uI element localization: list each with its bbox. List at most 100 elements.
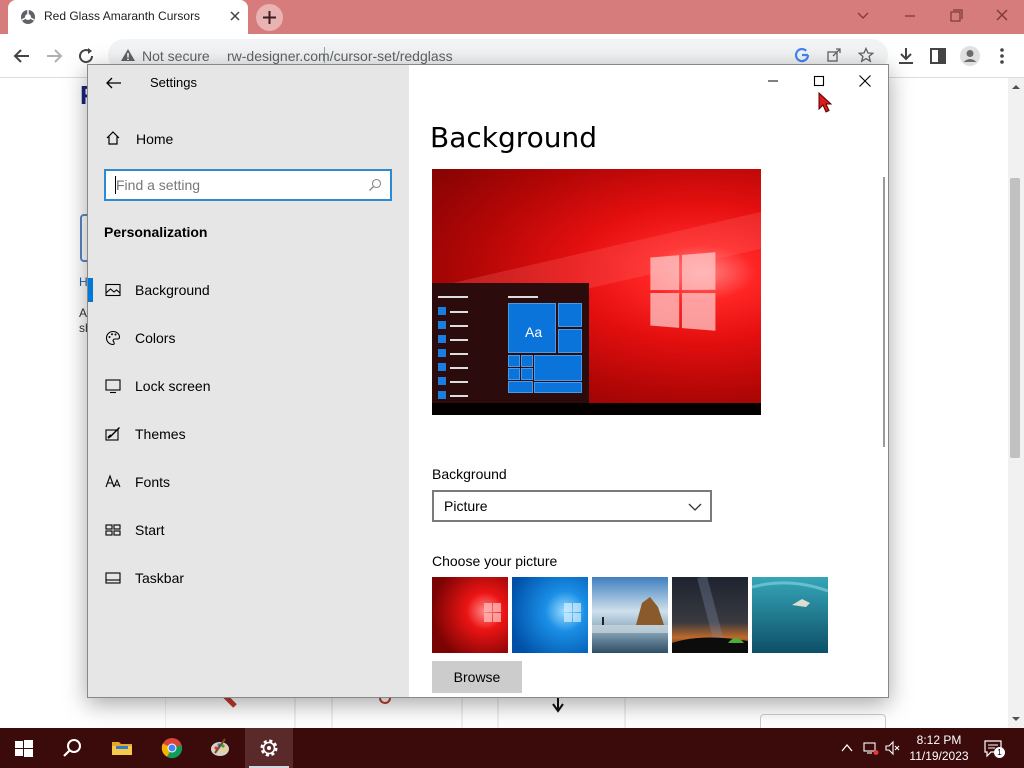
taskbar-clock[interactable]: 8:12 PM 11/19/2023: [906, 732, 972, 764]
chrome-button[interactable]: [148, 728, 196, 768]
side-panel-icon[interactable]: [926, 44, 950, 68]
scrollbar-thumb[interactable]: [1010, 178, 1020, 458]
picture-icon: [105, 283, 121, 297]
minimize-icon[interactable]: [763, 73, 783, 89]
browser-close-icon[interactable]: [990, 6, 1014, 26]
search-button[interactable]: [48, 728, 96, 768]
back-arrow-icon[interactable]: [104, 75, 124, 91]
search-icon[interactable]: [368, 178, 382, 192]
action-center-button[interactable]: 1: [983, 738, 1005, 758]
scroll-down-arrow-icon[interactable]: [1011, 714, 1021, 724]
home-label: Home: [136, 131, 174, 147]
picture-option-night-sky[interactable]: [672, 577, 748, 653]
preview-taskbar: [432, 403, 761, 415]
find-setting-input[interactable]: Find a setting: [104, 169, 392, 201]
palette-icon: [105, 330, 121, 346]
preview-tile-large: Aa: [508, 303, 556, 353]
nav-item-lock-screen[interactable]: Lock screen: [88, 366, 409, 406]
lock-screen-icon: [105, 379, 121, 394]
picture-option-red-glow[interactable]: [432, 577, 508, 653]
palette-app-icon: [211, 738, 229, 756]
google-icon[interactable]: [794, 47, 810, 63]
settings-nav-pane: Settings Home Find a setting Personaliza…: [88, 65, 409, 697]
file-explorer-button[interactable]: [98, 728, 146, 768]
dropdown-value: Picture: [444, 498, 488, 514]
volume-muted-icon[interactable]: [885, 740, 901, 756]
show-hidden-icons-chevron-icon[interactable]: [839, 740, 855, 756]
nav-item-taskbar[interactable]: Taskbar: [88, 558, 409, 598]
preview-tile-text: Aa: [525, 324, 543, 340]
nav-item-colors[interactable]: Colors: [88, 318, 409, 358]
bookmark-star-icon[interactable]: [858, 47, 874, 63]
not-secure-label[interactable]: Not secure: [142, 48, 210, 64]
nav-item-label: Lock screen: [135, 378, 211, 394]
nav-item-label: Themes: [135, 426, 186, 442]
browser-tab-strip: Red Glass Amaranth Cursors: [0, 0, 1024, 34]
clock-time: 8:12 PM: [916, 733, 962, 747]
nav-item-label: Background: [135, 282, 210, 298]
nav-item-label: Colors: [135, 330, 176, 346]
background-preview: Aa: [432, 169, 761, 415]
gear-icon: [260, 739, 278, 757]
nav-item-fonts[interactable]: Fonts: [88, 462, 409, 502]
maximize-icon[interactable]: [809, 73, 829, 89]
home-icon: [106, 131, 120, 145]
taskbar-icon: [105, 572, 121, 584]
notification-count: 1: [994, 747, 1005, 758]
preview-start-menu: Aa: [432, 283, 589, 405]
paint-app-button[interactable]: [196, 728, 244, 768]
personalization-heading: Personalization: [104, 224, 208, 240]
favicon-icon: [21, 10, 35, 24]
picture-option-underwater[interactable]: [752, 577, 828, 653]
page-title: Background: [430, 121, 598, 154]
choose-picture-label: Choose your picture: [432, 553, 558, 569]
windows-logo-icon: [650, 252, 716, 332]
nav-item-label: Start: [135, 522, 165, 538]
tab-title: Red Glass Amaranth Cursors: [44, 9, 201, 23]
browser-minimize-icon[interactable]: [898, 6, 922, 26]
red-glass-cursor-icon: [818, 92, 832, 113]
themes-icon: [105, 427, 120, 441]
url-text[interactable]: rw-designer.com/cursor-set/redglass: [227, 48, 453, 64]
settings-title: Settings: [150, 75, 197, 90]
browser-tab[interactable]: Red Glass Amaranth Cursors: [8, 0, 248, 34]
tab-close-icon[interactable]: [227, 8, 243, 24]
start-icon: [105, 524, 121, 536]
content-scrollbar[interactable]: [883, 177, 885, 447]
tab-search-icon[interactable]: [851, 6, 875, 26]
settings-window: Settings Home Find a setting Personaliza…: [87, 64, 889, 698]
folder-icon: [112, 742, 132, 755]
windows-start-icon: [15, 740, 33, 757]
start-button[interactable]: [0, 728, 48, 768]
close-icon[interactable]: [855, 73, 875, 89]
clock-date: 11/19/2023: [909, 749, 969, 763]
settings-content-pane: Background Aa Background Picture Choose …: [409, 65, 888, 697]
download-icon[interactable]: [894, 44, 918, 68]
fonts-icon: [105, 474, 121, 488]
new-tab-button[interactable]: [256, 4, 283, 31]
warning-icon[interactable]: [120, 47, 136, 63]
scroll-up-arrow-icon[interactable]: [1011, 82, 1021, 92]
nav-item-themes[interactable]: Themes: [88, 414, 409, 454]
kebab-menu-icon[interactable]: [990, 44, 1014, 68]
settings-app-button[interactable]: [245, 728, 293, 768]
browse-button[interactable]: Browse: [432, 661, 522, 693]
picture-option-beach-rocks[interactable]: [592, 577, 668, 653]
nav-item-background[interactable]: Background: [88, 270, 409, 310]
search-placeholder: Find a setting: [116, 177, 201, 193]
page-scrollbar[interactable]: [1008, 78, 1024, 728]
chevron-down-icon: [688, 503, 702, 511]
plus-icon: [263, 11, 276, 24]
share-icon[interactable]: [826, 47, 842, 63]
home-nav-item[interactable]: Home: [104, 129, 394, 151]
browser-restore-icon[interactable]: [944, 6, 968, 26]
network-icon[interactable]: [863, 740, 879, 756]
background-type-dropdown[interactable]: Picture: [432, 490, 712, 522]
picture-option-blue-glow[interactable]: [512, 577, 588, 653]
forward-arrow-icon[interactable]: [42, 44, 66, 68]
nav-item-start[interactable]: Start: [88, 510, 409, 550]
browse-button-label: Browse: [453, 669, 501, 685]
back-arrow-icon[interactable]: [10, 44, 34, 68]
search-icon: [63, 739, 81, 757]
profile-avatar-icon[interactable]: [958, 44, 982, 68]
